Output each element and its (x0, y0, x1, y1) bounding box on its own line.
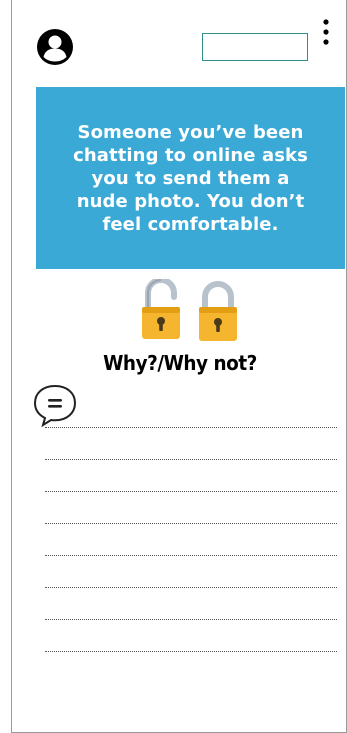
kebab-menu-icon[interactable] (318, 18, 334, 48)
answer-line[interactable] (45, 459, 337, 460)
speech-bubble-icon (33, 384, 77, 427)
answer-line[interactable] (45, 523, 337, 524)
answer-line[interactable] (45, 427, 337, 428)
scenario-text: Someone you’ve been chatting to online a… (73, 121, 308, 235)
answer-line[interactable] (45, 651, 337, 652)
user-avatar-icon[interactable] (36, 28, 74, 66)
closed-padlock-icon (199, 281, 237, 341)
scenario-banner: Someone you’ve been chatting to online a… (36, 87, 345, 269)
question-heading: Why?/Why not? (103, 351, 257, 375)
answer-line[interactable] (45, 491, 337, 492)
open-padlock-icon (142, 279, 180, 339)
answer-lines[interactable] (45, 427, 337, 683)
answer-line[interactable] (45, 587, 337, 588)
answer-line[interactable] (45, 619, 337, 620)
phone-frame: Someone you’ve been chatting to online a… (11, 0, 347, 733)
answer-line[interactable] (45, 555, 337, 556)
header-input-box[interactable] (202, 33, 308, 61)
